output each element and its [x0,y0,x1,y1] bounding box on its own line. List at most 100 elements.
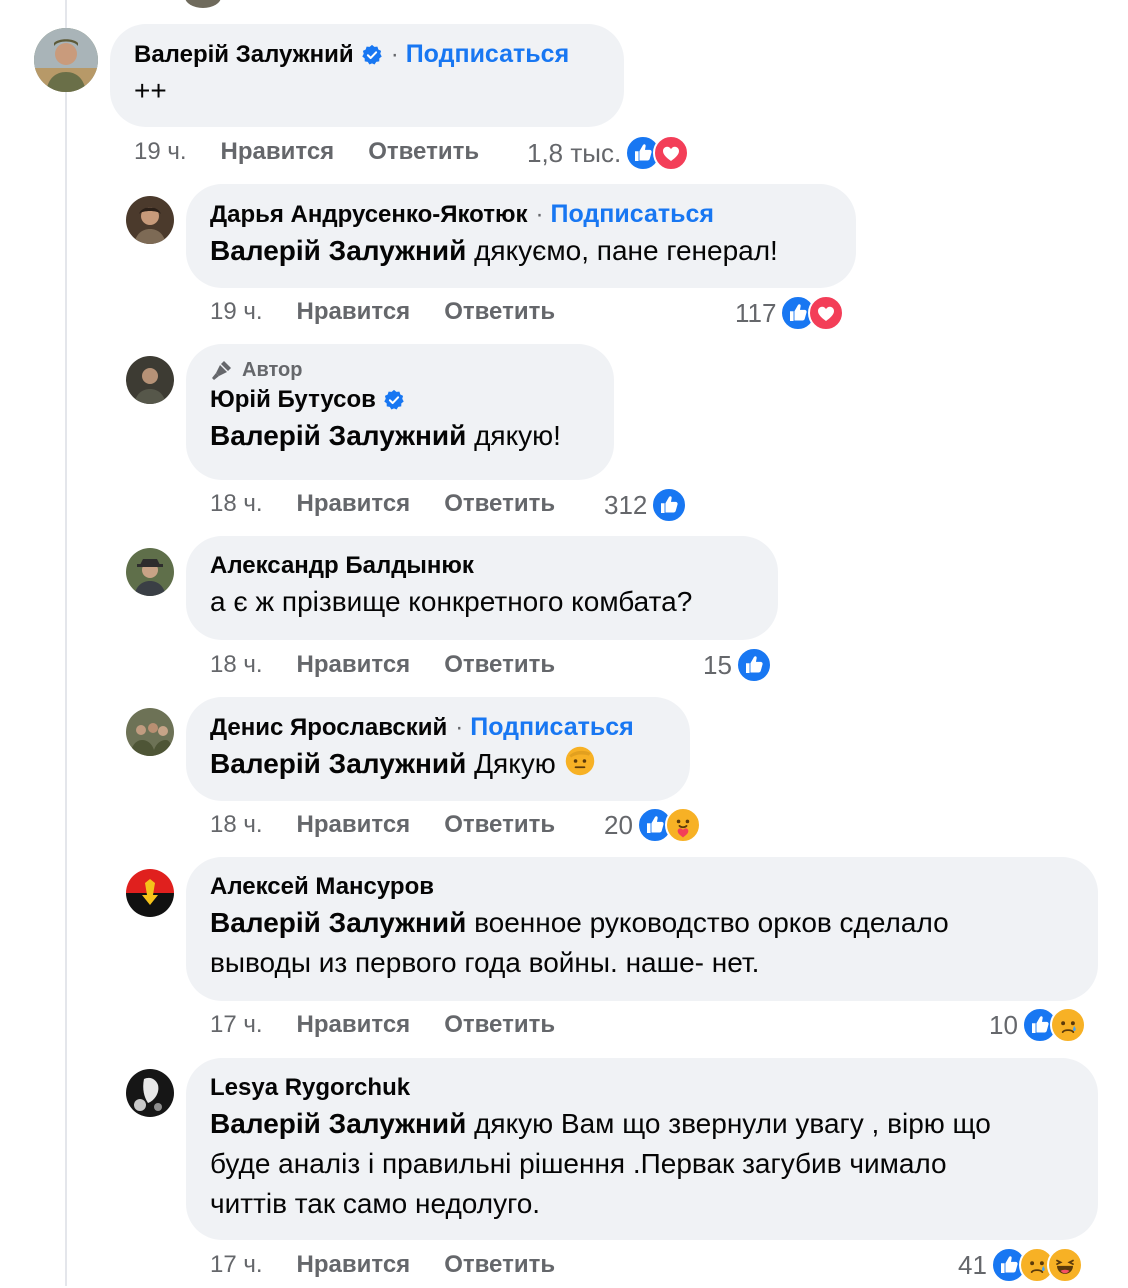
like-button[interactable]: Нравится [221,138,335,166]
mention-link[interactable]: Валерій Залужний [210,1108,466,1139]
comment-author-name[interactable]: Денис Ярославский [210,714,447,742]
like-button[interactable]: Нравится [297,298,411,326]
avatar[interactable] [126,1069,174,1117]
reactions-count: 1,8 тыс. [527,137,622,168]
comment-bubble: Александр Балдынюк а є ж прізвище конкре… [186,536,778,640]
comment-author-name[interactable]: Алексей Мансуров [210,873,434,901]
comment-actions: 18 ч. Нравится Ответить [210,651,555,679]
comment-text-line: буде аналіз і правильні рішення .Первак … [210,1148,947,1179]
comment-author-name[interactable]: Дарья Андрусенко-Якотюк [210,201,528,229]
reactions-summary[interactable]: 41 [958,1247,1083,1283]
reply-button[interactable]: Ответить [368,138,479,166]
comment-timestamp[interactable]: 18 ч. [210,651,263,679]
reply-button[interactable]: Ответить [444,1011,555,1039]
comment-text-line: выводы из первого года войны. наше- нет. [210,947,760,978]
reactions-count: 41 [958,1249,987,1280]
reply-button[interactable]: Ответить [444,811,555,839]
follow-button[interactable]: Подписаться [406,40,569,69]
comment-text-line: дякую Вам що звернули увагу , вірю що [466,1108,991,1139]
reactions-summary[interactable]: 312 [604,487,688,523]
separator-dot: · [535,200,544,228]
sad-icon [1049,1007,1086,1043]
comment-bubble: Валерій Залужний · Подписаться ++ [110,24,624,127]
comment-actions: 19 ч. Нравится Ответить [134,138,479,166]
reactions-count: 312 [604,489,648,520]
author-badge-label: Автор [242,358,303,381]
like-button[interactable]: Нравится [297,490,411,518]
comment-author-name[interactable]: Александр Балдынюк [210,552,474,580]
separator-dot: · [390,40,399,68]
mention-link[interactable]: Валерій Залужний [210,235,466,266]
comment-text: Валерій Залужний дякую Вам що звернули у… [210,1104,1074,1224]
separator-dot: · [455,713,464,741]
like-button[interactable]: Нравится [297,651,411,679]
reactions-summary[interactable]: 117 [735,295,845,331]
reactions-summary[interactable]: 10 [989,1007,1086,1043]
comment-author-name[interactable]: Юрій Бутусов [210,386,376,414]
reactions-summary[interactable]: 15 [703,647,772,683]
comment-text-body: дякую! [466,420,561,451]
haha-icon [1046,1247,1083,1283]
reactions-summary[interactable]: 20 [604,807,701,843]
like-button[interactable]: Нравится [297,1251,411,1279]
reply-button[interactable]: Ответить [444,1251,555,1279]
comment-actions: 17 ч. Нравится Ответить [210,1251,555,1279]
like-icon [651,487,688,523]
comment-text: Валерій Залужний Дякую [210,744,666,784]
comment-timestamp[interactable]: 17 ч. [210,1251,263,1279]
follow-button[interactable]: Подписаться [551,200,714,229]
reactions-count: 20 [604,809,633,840]
mention-link[interactable]: Валерій Залужний [210,420,466,451]
reactions-summary[interactable]: 1,8 тыс. [527,135,690,171]
comment-actions: 17 ч. Нравится Ответить [210,1011,555,1039]
comment-bubble: Алексей Мансуров Валерій Залужний военно… [186,857,1098,1001]
reactions-count: 15 [703,649,732,680]
mention-link[interactable]: Валерій Залужний [210,748,466,779]
comment-text: ++ [134,75,167,106]
comment-bubble: Автор Юрій Бутусов Валерій Залужний дяку… [186,344,614,480]
comment-actions: 19 ч. Нравится Ответить [210,298,555,326]
avatar[interactable] [126,196,174,244]
comment-text-line: военное руководство орков сделало [466,907,949,938]
avatar[interactable] [126,708,174,756]
avatar[interactable] [126,356,174,404]
love-icon [808,295,845,331]
previous-comment-avatar[interactable] [185,0,221,8]
comment-actions: 18 ч. Нравится Ответить [210,811,555,839]
reply-button[interactable]: Ответить [444,651,555,679]
reactions-count: 10 [989,1009,1018,1040]
comment-bubble: Денис Ярославский · Подписаться Валерій … [186,697,690,801]
mention-link[interactable]: Валерій Залужний [210,907,466,938]
author-badge: Автор [210,358,590,382]
comment-text: а є ж прізвище конкретного комбата? [210,586,693,617]
comment-timestamp[interactable]: 18 ч. [210,490,263,518]
avatar[interactable] [126,548,174,596]
verified-badge-icon [383,389,405,411]
comment-author-name[interactable]: Валерій Залужний [134,41,354,69]
comment-text-body: дякуємо, пане генерал! [466,235,778,266]
reactions-count: 117 [735,297,777,328]
comment-bubble: Lesya Rygorchuk Валерій Залужний дякую В… [186,1058,1098,1240]
reply-button[interactable]: Ответить [444,298,555,326]
verified-badge-icon [361,44,383,66]
like-button[interactable]: Нравится [297,1011,411,1039]
love-icon [653,135,690,171]
comment-text: Валерій Залужний военное руководство орк… [210,903,1074,983]
microphone-icon [212,361,231,380]
comment-author-name[interactable]: Lesya Rygorchuk [210,1074,410,1102]
reply-button[interactable]: Ответить [444,490,555,518]
avatar[interactable] [126,869,174,917]
avatar[interactable] [34,28,98,92]
comment-timestamp[interactable]: 19 ч. [210,298,263,326]
thread-connector-line [65,0,67,1286]
comment-text-line: читтів так само недолуго. [210,1188,541,1219]
comment-timestamp[interactable]: 17 ч. [210,1011,263,1039]
saluting-face-icon [564,745,596,777]
follow-button[interactable]: Подписаться [470,713,633,742]
comment-timestamp[interactable]: 18 ч. [210,811,263,839]
comment-timestamp[interactable]: 19 ч. [134,138,187,166]
comment-bubble: Дарья Андрусенко-Якотюк · Подписаться Ва… [186,184,856,288]
like-button[interactable]: Нравится [297,811,411,839]
comment-actions: 18 ч. Нравится Ответить [210,490,555,518]
comment-text: Валерій Залужний дякуємо, пане генерал! [210,231,832,271]
